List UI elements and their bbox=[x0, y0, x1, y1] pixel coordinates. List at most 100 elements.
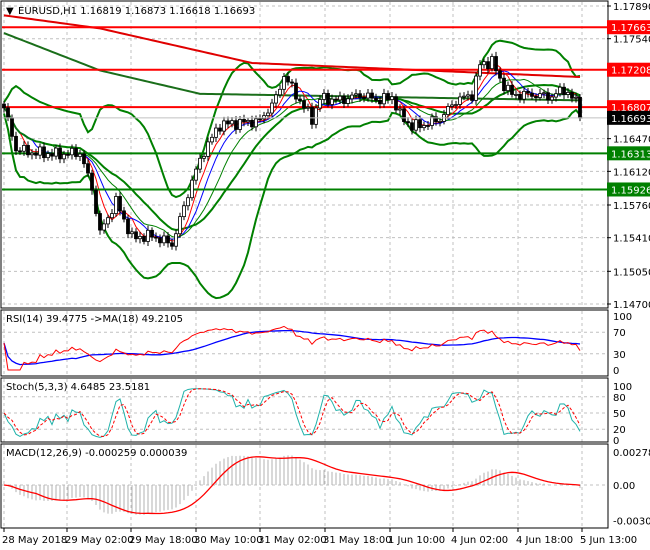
candle-bear bbox=[394, 96, 398, 111]
candle-bear bbox=[34, 152, 38, 156]
time-tick-label: 1 Jun 10:00 bbox=[388, 535, 445, 546]
macd-tick-label: 0.002785 bbox=[613, 448, 650, 459]
stoch-tick-label: 0 bbox=[613, 436, 619, 447]
candle-bull bbox=[522, 90, 526, 100]
candle-bear bbox=[66, 153, 70, 156]
candle-bull bbox=[270, 102, 274, 114]
candle-bear bbox=[250, 119, 254, 128]
price-panel[interactable] bbox=[2, 14, 607, 300]
candle-bear bbox=[498, 70, 502, 79]
candle-bull bbox=[130, 231, 134, 235]
price-tick-label: 1.16120 bbox=[613, 167, 650, 178]
candle-bear bbox=[226, 120, 230, 125]
candle-bull bbox=[554, 93, 558, 98]
time-tick-label: 4 Jun 18:00 bbox=[516, 535, 573, 546]
candle-bear bbox=[50, 153, 54, 157]
candle-bear bbox=[142, 236, 146, 242]
candle-bear bbox=[374, 97, 378, 101]
price-tick-label: 1.17890 bbox=[613, 2, 650, 13]
candle-bull bbox=[22, 145, 26, 152]
candle-bear bbox=[298, 98, 302, 102]
candle-bear bbox=[570, 91, 574, 99]
chart-canvas[interactable]: ▼ EURUSD,H1 1.16819 1.16873 1.16618 1.16… bbox=[0, 0, 650, 550]
candle-bear bbox=[258, 118, 262, 121]
candle-bull bbox=[354, 93, 358, 96]
candle-bull bbox=[338, 95, 342, 101]
candle-bear bbox=[134, 231, 138, 240]
candle-bear bbox=[10, 117, 14, 137]
level-price-label: 1.17663 bbox=[611, 23, 650, 34]
candle-bear bbox=[98, 213, 102, 231]
price-tick-label: 1.16470 bbox=[613, 135, 650, 146]
candle-bear bbox=[118, 196, 122, 212]
macd-tick-label: -0.003002 bbox=[613, 517, 650, 528]
price-tick-label: 1.15760 bbox=[613, 201, 650, 212]
candle-bull bbox=[282, 76, 286, 90]
candle-bull bbox=[146, 229, 150, 242]
candle-bear bbox=[362, 97, 366, 99]
price-tick-label: 1.14700 bbox=[613, 300, 650, 311]
candle-bear bbox=[290, 81, 294, 84]
candle-bull bbox=[262, 115, 266, 120]
candle-bear bbox=[326, 93, 330, 105]
candle-bull bbox=[454, 104, 458, 106]
candle-bear bbox=[302, 100, 306, 109]
candle-bear bbox=[154, 236, 158, 239]
stoch-panel[interactable] bbox=[2, 388, 607, 438]
candle-bear bbox=[502, 77, 506, 92]
candle-bull bbox=[506, 84, 510, 92]
stoch-tick-label: 50 bbox=[613, 409, 626, 420]
candle-bear bbox=[378, 99, 382, 105]
candle-bull bbox=[350, 94, 354, 100]
candle-bull bbox=[346, 98, 350, 104]
candle-bear bbox=[402, 108, 406, 122]
time-tick-label: 31 May 02:00 bbox=[258, 535, 327, 546]
candle-bull bbox=[398, 108, 402, 111]
time-tick-label: 5 Jun 13:00 bbox=[580, 535, 637, 546]
candle-bull bbox=[54, 147, 58, 157]
candle-bull bbox=[382, 93, 386, 105]
candle-bear bbox=[74, 147, 78, 157]
rsi-tick-label: 30 bbox=[613, 350, 626, 361]
candle-bear bbox=[126, 218, 130, 235]
candle-bear bbox=[286, 76, 290, 83]
candle-bear bbox=[94, 189, 98, 214]
time-tick-label: 29 May 18:00 bbox=[129, 535, 198, 546]
candle-bear bbox=[370, 92, 374, 99]
candle-bear bbox=[42, 146, 46, 159]
level-price-label: 1.17208 bbox=[611, 66, 650, 77]
stoch-tick-label: 20 bbox=[613, 425, 626, 436]
macd-tick-label: 0.00 bbox=[613, 481, 635, 492]
stoch-label: Stoch(5,3,3) 4.6485 23.5181 bbox=[6, 382, 150, 393]
stoch-tick-label: 80 bbox=[613, 393, 626, 404]
candle-bear bbox=[90, 172, 94, 191]
candle-bull bbox=[274, 94, 278, 104]
candle-bull bbox=[278, 88, 282, 96]
candle-bull bbox=[70, 147, 74, 156]
candle-bull bbox=[574, 96, 578, 99]
candle-bull bbox=[78, 153, 82, 157]
rsi-panel[interactable] bbox=[2, 325, 607, 371]
dropdown-triangle-icon[interactable]: ▼ bbox=[6, 6, 14, 17]
candle-bull bbox=[550, 96, 554, 101]
candle-bear bbox=[150, 229, 154, 238]
chart-window[interactable]: ▼ EURUSD,H1 1.16819 1.16873 1.16618 1.16… bbox=[0, 0, 650, 550]
candle-bull bbox=[102, 223, 106, 231]
candle-bull bbox=[414, 119, 418, 131]
candle-bear bbox=[562, 86, 566, 95]
macd-panel[interactable] bbox=[2, 455, 607, 515]
candle-bear bbox=[242, 119, 246, 123]
time-tick-label: 29 May 02:00 bbox=[65, 535, 134, 546]
candle-bull bbox=[478, 64, 482, 77]
candle-bull bbox=[106, 217, 110, 225]
price-panel-border bbox=[0, 0, 609, 309]
candle-bull bbox=[246, 119, 250, 123]
candle-bull bbox=[182, 205, 186, 218]
candle-bull bbox=[210, 136, 214, 143]
candle-bull bbox=[306, 106, 310, 109]
candle-bull bbox=[194, 168, 198, 181]
candle-bear bbox=[510, 84, 514, 95]
candle-bull bbox=[322, 93, 326, 100]
candle-bear bbox=[334, 98, 338, 101]
candle-bear bbox=[518, 94, 522, 100]
